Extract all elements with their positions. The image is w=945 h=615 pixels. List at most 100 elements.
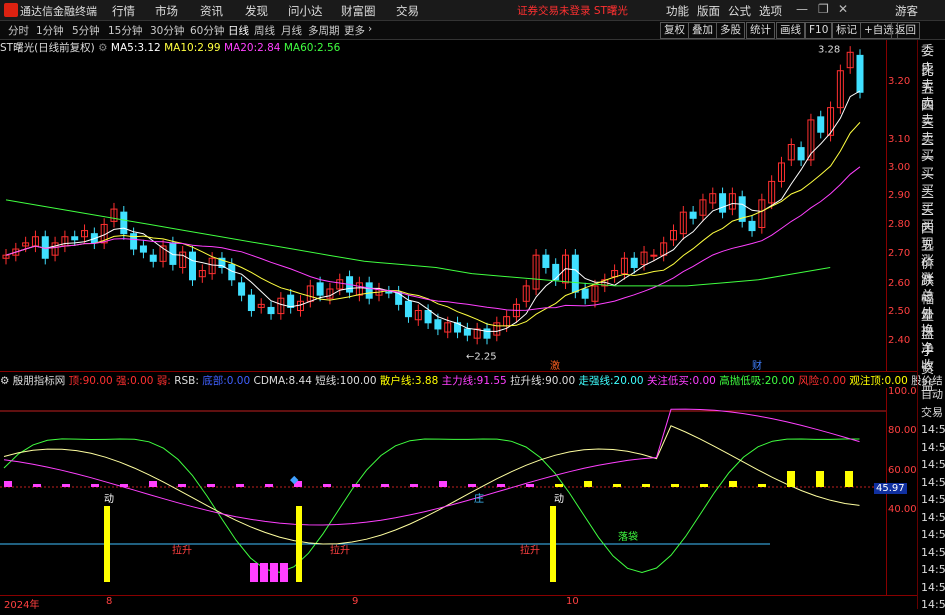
signal-bar	[613, 484, 621, 487]
period-15min[interactable]: 15分钟	[108, 23, 142, 38]
indicator-item: 底部:0.00	[202, 375, 254, 387]
current-value-badge: 45.97	[874, 483, 907, 494]
period-weekly[interactable]: 周线	[254, 23, 275, 38]
price-tick: 2.50	[888, 306, 911, 317]
menu-caifuquan[interactable]: 财富圈	[341, 3, 376, 19]
signal-bar	[758, 484, 766, 487]
ma10-line	[5, 122, 861, 327]
kline-candle[interactable]	[552, 263, 560, 281]
back-button[interactable]: 返回	[891, 22, 920, 39]
period-multi[interactable]: 多周期	[308, 23, 340, 38]
chevron-right-icon[interactable]: ›	[368, 23, 372, 35]
diejia-button[interactable]: 叠加	[688, 22, 717, 39]
period-5min[interactable]: 5分钟	[72, 23, 100, 38]
minimize-icon[interactable]: —	[796, 2, 808, 16]
menu-banmian[interactable]: 版面	[697, 3, 720, 19]
kline-candle[interactable]	[267, 306, 275, 315]
period-30min[interactable]: 30分钟	[150, 23, 184, 38]
label-luodi: 落袋	[618, 530, 638, 543]
menu-wenxiaoda[interactable]: 问小达	[288, 3, 323, 19]
period-toolbar: 分时 1分钟 5分钟 15分钟 30分钟 60分钟 日线 周线 月线 多周期 更…	[0, 21, 945, 40]
kline-candle[interactable]	[719, 193, 727, 213]
label-dong: 动	[104, 493, 114, 505]
buy-signal-bar	[280, 563, 288, 582]
quote-side-panel: 委比 卖五 卖四 卖三 卖二 卖一 买一 买二 买三 买四 买五 现价 涨跌 涨幅 总量 外盘 换手 净资 收益 自动…	[917, 40, 945, 611]
duogu-button[interactable]: 多股	[716, 22, 745, 39]
menu-guest[interactable]: 游客	[895, 3, 918, 19]
menu-jiaoyi[interactable]: 交易	[396, 3, 419, 19]
high-price-label: 3.28	[818, 44, 840, 55]
signal-bar	[439, 481, 447, 487]
menu-xuanxiang[interactable]: 选项	[759, 3, 782, 19]
kline-chart[interactable]: 3.28←2.25激财	[0, 40, 886, 372]
signal-bar	[816, 471, 824, 487]
buy-signal-bar	[250, 563, 258, 582]
kline-candle[interactable]	[748, 220, 756, 232]
kline-candle[interactable]	[385, 291, 393, 294]
period-daily[interactable]: 日线	[228, 23, 249, 38]
kline-candle[interactable]	[139, 245, 147, 253]
kline-candle[interactable]	[71, 236, 79, 241]
kline-candle[interactable]	[316, 282, 324, 296]
kline-candle[interactable]	[404, 300, 412, 318]
kline-candle[interactable]	[689, 211, 697, 219]
kline-candle[interactable]	[120, 211, 128, 235]
restore-icon[interactable]: ❐	[818, 2, 829, 16]
indicator-item: 顶:90.00	[68, 375, 117, 387]
x-tick: 9	[352, 596, 359, 607]
period-fenshi[interactable]: 分时	[8, 23, 29, 38]
close-icon[interactable]: ✕	[838, 2, 848, 16]
signal-bar	[323, 484, 331, 487]
kline-candle[interactable]	[542, 254, 550, 268]
kline-candle[interactable]	[247, 294, 255, 312]
price-tick: 2.60	[888, 278, 911, 289]
indicator-chart[interactable]: 动拉升 拉升 庄 动拉升 落袋 ◆	[0, 388, 886, 596]
kline-candle[interactable]	[238, 282, 246, 296]
menu-gongshi[interactable]: 公式	[728, 3, 751, 19]
kline-candle[interactable]	[856, 54, 864, 93]
f10-button[interactable]: F10	[805, 22, 833, 39]
tongji-button[interactable]: 统计	[746, 22, 775, 39]
fuquan-button[interactable]: 复权	[660, 22, 689, 39]
indicator-item: 短线:100.00	[315, 375, 380, 387]
diamond-icon: ◆	[290, 473, 299, 486]
kline-candle[interactable]	[817, 116, 825, 133]
kline-candle[interactable]	[189, 251, 197, 281]
kline-candle[interactable]	[571, 254, 579, 293]
menu-hangqing[interactable]: 行情	[112, 3, 135, 19]
kline-candle[interactable]	[287, 294, 295, 308]
login-warning[interactable]: 证券交易未登录 ST曙光	[517, 3, 628, 18]
green-line	[3, 438, 860, 574]
kline-candle[interactable]	[424, 310, 432, 324]
menu-zixun[interactable]: 资讯	[200, 3, 223, 19]
menu-shichang[interactable]: 市场	[155, 3, 178, 19]
signal-bar	[381, 484, 389, 487]
price-tick: 2.90	[888, 190, 911, 201]
kline-candle[interactable]	[797, 147, 805, 161]
period-1min[interactable]: 1分钟	[36, 23, 64, 38]
kline-candle[interactable]	[630, 257, 638, 268]
label-zhuang: 庄	[474, 492, 484, 505]
biaoji-button[interactable]: 标记	[832, 22, 861, 39]
indicator-item: 高抛低吸:20.00	[719, 375, 799, 387]
kline-candle[interactable]	[434, 319, 442, 330]
period-monthly[interactable]: 月线	[281, 23, 302, 38]
ind-tick: 60.00	[888, 465, 917, 476]
menu-bar: 通达信金融终端 行情 市场 资讯 发现 问小达 财富圈 交易 证券交易未登录 S…	[0, 0, 945, 21]
signal-bar	[33, 484, 41, 487]
kline-candle[interactable]	[483, 328, 491, 339]
period-more[interactable]: 更多	[344, 23, 365, 38]
kline-candle[interactable]	[365, 282, 373, 299]
signal-bar	[555, 484, 563, 487]
kline-candle[interactable]	[149, 254, 157, 262]
huaxian-button[interactable]: 画线	[776, 22, 805, 39]
price-tick: 3.00	[888, 162, 911, 173]
label-dong: 动	[554, 493, 564, 505]
menu-gongneng[interactable]: 功能	[666, 3, 689, 19]
ind-side-item[interactable]: 14:56	[921, 595, 945, 615]
kline-candle[interactable]	[581, 288, 589, 299]
kline-candle[interactable]	[463, 328, 471, 336]
period-60min[interactable]: 60分钟	[190, 23, 224, 38]
menu-faxian[interactable]: 发现	[245, 3, 268, 19]
kline-candle[interactable]	[650, 254, 658, 257]
